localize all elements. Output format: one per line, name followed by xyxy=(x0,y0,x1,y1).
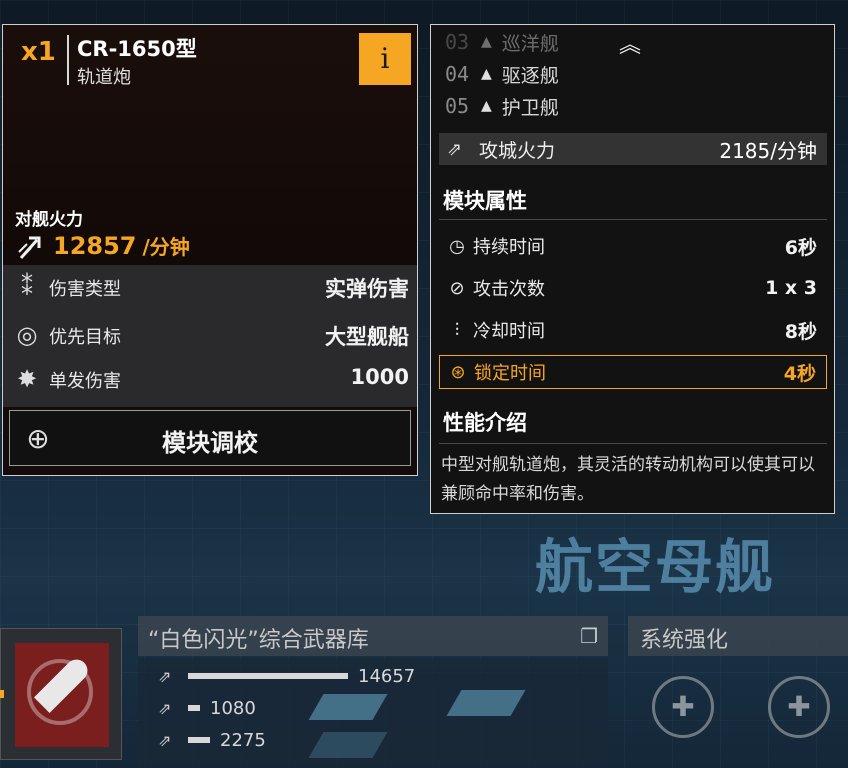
system-upgrade-header[interactable]: 系统强化 xyxy=(628,616,848,656)
stat-value: 1000 xyxy=(350,365,409,389)
attribute-value: 6秒 xyxy=(784,236,817,259)
ship-class-label: 巡洋舰 xyxy=(501,32,559,55)
ship-class-watermark: 航空母舰 xyxy=(535,533,776,601)
chevron-up-icon[interactable]: ︽ xyxy=(619,27,641,59)
intro-title: 性能介绍 xyxy=(443,411,527,435)
firepower-number: 12857 xyxy=(53,231,137,260)
deco-tile xyxy=(308,732,388,758)
anti-air-icon: ⇗ xyxy=(158,698,172,718)
weapon-stats: ⁑ 伤害类型 实弹伤害 ◎ 优先目标 大型舰船 ✸ 单发伤害 1000 xyxy=(3,265,417,407)
attribute-value: 8秒 xyxy=(784,320,817,343)
weapon-slot[interactable] xyxy=(0,628,122,760)
attribute-row-highlighted: ⊛ 锁定时间 4秒 xyxy=(439,355,827,389)
siege-label: 攻城火力 xyxy=(479,139,556,162)
attribute-value: 1 x 3 xyxy=(765,277,817,299)
stat-bar xyxy=(188,673,348,679)
armory-title: “白色闪光”综合武器库 xyxy=(148,628,369,653)
ship-class-label: 驱逐舰 xyxy=(501,64,559,87)
ship-triangle-icon: ▲ xyxy=(481,66,492,82)
burst-icon: ✸ xyxy=(16,365,38,393)
target-icon: ◎ xyxy=(16,321,38,349)
module-detail-panel[interactable]: ︽ 03 ▲ 巡洋舰 04 ▲ 驱逐舰 05 ▲ 护卫舰 ⇗ 攻城火力 2185… xyxy=(430,24,835,514)
info-button[interactable]: i xyxy=(359,33,411,85)
attribute-row: ◷ 持续时间 6秒 xyxy=(439,229,827,263)
attributes-title: 模块属性 xyxy=(443,189,527,213)
cooldown-icon: ⫶ xyxy=(454,319,460,341)
deco-tile xyxy=(446,690,526,716)
divider xyxy=(67,35,69,85)
siege-firepower-row: ⇗ 攻城火力 2185/分钟 xyxy=(439,133,827,165)
stat-bar xyxy=(188,737,210,743)
stat-label: 单发伤害 xyxy=(49,371,121,392)
module-calibrate-button[interactable]: ⊕ 模块调校 xyxy=(9,410,411,466)
stat-value: 2275 xyxy=(220,729,266,751)
armory-stat-row: ⇗ 14657 xyxy=(158,664,415,688)
stat-value: 1080 xyxy=(210,697,256,719)
ship-class-number: 05 xyxy=(445,94,470,118)
stat-row: ✸ 单发伤害 1000 xyxy=(3,359,417,399)
stat-bar xyxy=(188,705,200,711)
stat-row: ◎ 优先目标 大型舰船 xyxy=(3,315,417,355)
armory-stat-row: ⇗ 1080 xyxy=(158,696,256,720)
ship-class-item: 03 ▲ 巡洋舰 xyxy=(445,27,559,57)
calibrate-label: 模块调校 xyxy=(162,429,258,457)
attribute-label: 冷却时间 xyxy=(473,321,545,342)
ship-class-item: 05 ▲ 护卫舰 xyxy=(445,91,559,121)
armory-stat-row: ⇗ 2275 xyxy=(158,728,266,752)
siege-icon: ⇗ xyxy=(447,138,463,160)
stat-value: 14657 xyxy=(358,665,416,687)
divider xyxy=(439,443,827,444)
ship-class-label: 护卫舰 xyxy=(501,96,559,119)
attribute-row: ⫶ 冷却时间 8秒 xyxy=(439,313,827,347)
clock-icon: ◷ xyxy=(449,235,465,257)
stat-value: 大型舰船 xyxy=(325,325,409,349)
attribute-label: 锁定时间 xyxy=(474,363,546,384)
ship-triangle-icon: ▲ xyxy=(481,34,492,50)
system-upgrade-title: 系统强化 xyxy=(640,628,729,653)
ship-class-item: 04 ▲ 驱逐舰 xyxy=(445,59,559,89)
firepower-value: 12857/分钟 xyxy=(17,231,190,260)
intro-text: 中型对舰轨道炮，其灵活的转动机构可以使其可以兼顾命中率和伤害。 xyxy=(441,455,815,504)
weapon-type: 轨道炮 xyxy=(77,67,131,88)
stat-row: ⁑ 伤害类型 实弹伤害 xyxy=(3,267,417,307)
firepower-unit: /分钟 xyxy=(142,235,190,259)
marker xyxy=(0,690,4,698)
armory-bar: “白色闪光”综合武器库 ❐ ⇗ 14657 ⇗ 1080 ⇗ 2275 系统强化… xyxy=(0,612,848,768)
divider xyxy=(439,219,827,220)
upgrade-slot-icon[interactable]: ✚ xyxy=(652,676,714,738)
attribute-value: 4秒 xyxy=(783,362,816,385)
weapon-card: x1 CR-1650型 轨道炮 i 对舰火力 12857/分钟 ⁑ 伤害类型 实… xyxy=(2,24,418,476)
siege-value: 2185/分钟 xyxy=(719,138,817,163)
armory-header[interactable]: “白色闪光”综合武器库 ❐ xyxy=(138,616,608,656)
weapon-name: CR-1650型 xyxy=(77,37,197,61)
bullet-icon xyxy=(15,643,109,747)
stat-value: 实弹伤害 xyxy=(325,277,409,301)
upgrade-slot-icon[interactable]: ✚ xyxy=(768,676,830,738)
stat-label: 伤害类型 xyxy=(49,279,121,300)
ammo-icon: ⁑ xyxy=(21,273,33,301)
attribute-label: 攻击次数 xyxy=(473,279,545,300)
siege-small-icon: ⇗ xyxy=(158,730,172,750)
ship-class-number: 04 xyxy=(445,62,470,86)
anti-ship-icon: ⇗ xyxy=(158,666,172,686)
ship-class-number: 03 xyxy=(445,30,470,54)
copy-icon[interactable]: ❐ xyxy=(580,624,598,648)
attribute-row: ⊘ 攻击次数 1 x 3 xyxy=(439,271,827,305)
armory-stats: ⇗ 14657 ⇗ 1080 ⇗ 2275 xyxy=(138,658,608,768)
firepower-label: 对舰火力 xyxy=(15,210,83,230)
attribute-label: 持续时间 xyxy=(473,237,545,258)
lock-icon: ⊛ xyxy=(450,361,466,383)
weapon-quantity: x1 xyxy=(21,37,56,67)
deco-tile xyxy=(308,694,388,720)
ship-triangle-icon: ▲ xyxy=(481,98,492,114)
firepower-icon xyxy=(18,236,41,259)
stat-label: 优先目标 xyxy=(49,327,121,348)
strike-icon: ⊘ xyxy=(449,277,465,299)
